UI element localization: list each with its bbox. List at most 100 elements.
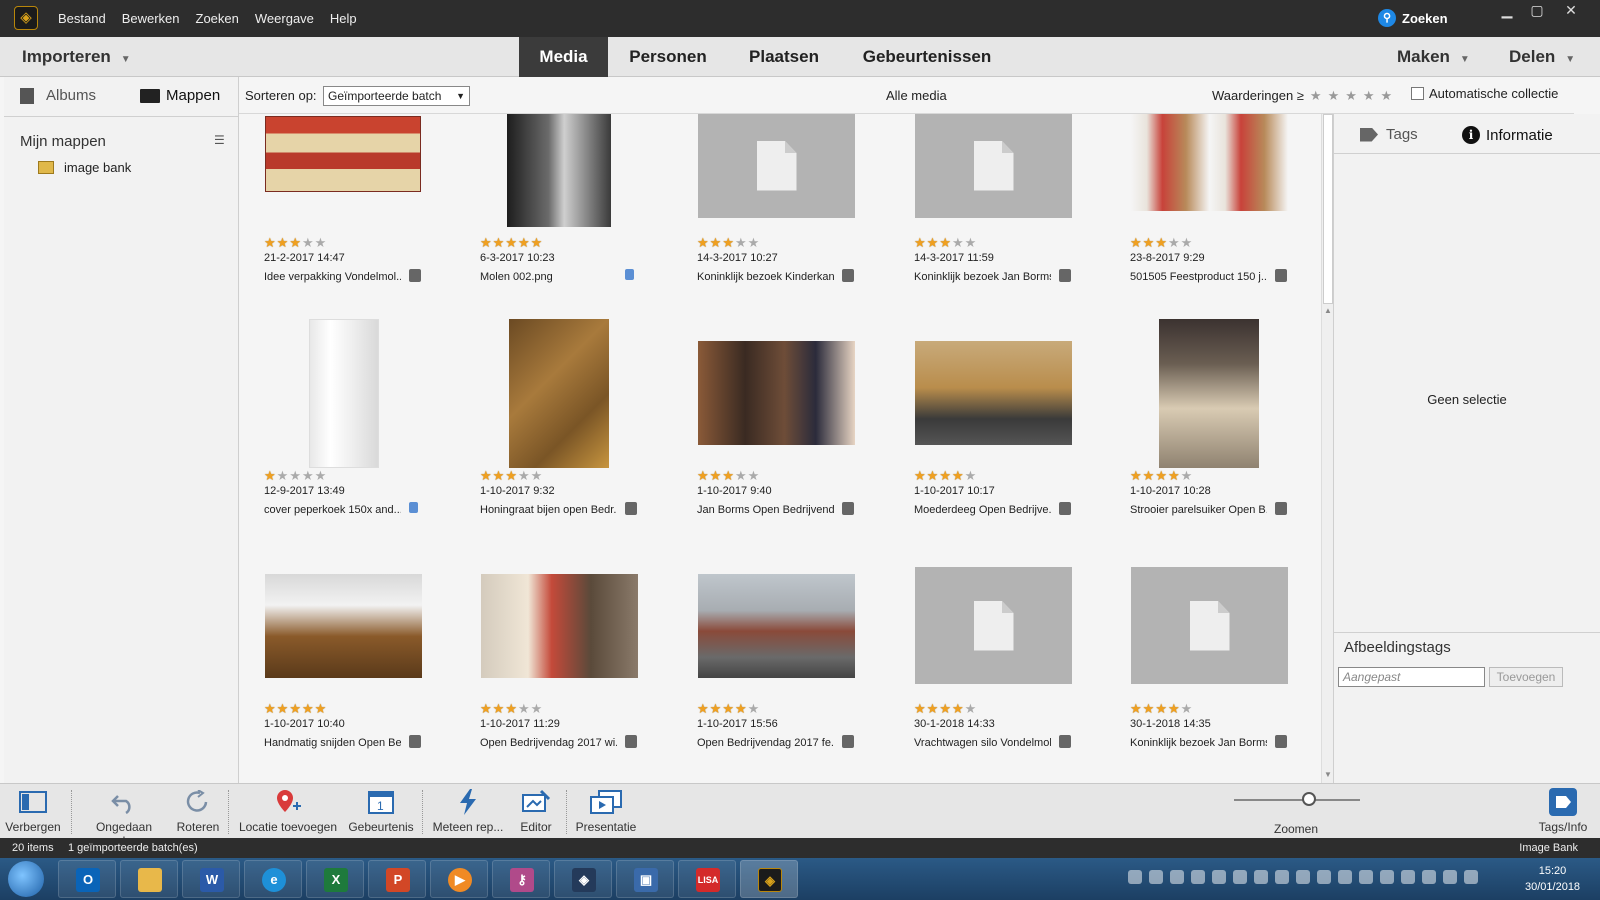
rating-stars[interactable]: ★★★★★ <box>914 235 977 251</box>
star-filled-icon[interactable]: ★ <box>1168 468 1181 483</box>
star-empty-icon[interactable]: ★ <box>531 701 544 716</box>
star-filled-icon[interactable]: ★ <box>722 468 735 483</box>
star-filled-icon[interactable]: ★ <box>531 235 544 250</box>
add-tag-button[interactable]: Toevoegen <box>1489 667 1563 687</box>
auto-collection-toggle[interactable]: Automatische collectie <box>1411 86 1558 101</box>
rating-stars[interactable]: ★★★★★ <box>914 701 977 717</box>
star-filled-icon[interactable]: ★ <box>505 235 518 250</box>
star-filled-icon[interactable]: ★ <box>1155 235 1168 250</box>
star-empty-icon[interactable]: ★ <box>1181 235 1194 250</box>
tab-information[interactable]: i Informatie <box>1462 126 1553 144</box>
event-button[interactable]: 1 Gebeurtenis <box>346 788 416 834</box>
search-button[interactable]: ⚲ Zoeken <box>1378 7 1448 29</box>
rating-stars[interactable]: ★★★★★ <box>264 235 327 251</box>
star-empty-icon[interactable]: ★ <box>531 468 544 483</box>
rating-stars[interactable]: ★★★★★ <box>1130 701 1193 717</box>
tray-icon[interactable] <box>1380 870 1394 884</box>
star-filled-icon[interactable]: ★ <box>710 701 723 716</box>
star-filled-icon[interactable]: ★ <box>264 468 277 483</box>
star-filled-icon[interactable]: ★ <box>505 468 518 483</box>
star-filled-icon[interactable]: ★ <box>735 701 748 716</box>
tray-icon[interactable] <box>1317 870 1331 884</box>
rating-stars[interactable]: ★★★★★ <box>914 468 977 484</box>
tab-events[interactable]: Gebeurtenissen <box>852 37 1002 77</box>
media-player-taskbar-button[interactable]: ▶ <box>430 860 488 898</box>
tray-icon[interactable] <box>1170 870 1184 884</box>
star-filled-icon[interactable]: ★ <box>952 701 965 716</box>
rating-stars[interactable]: ★★★★★ <box>1130 235 1193 251</box>
star-empty-icon[interactable]: ★ <box>302 468 315 483</box>
rating-stars[interactable]: ★★★★★ <box>697 468 760 484</box>
star-empty-icon[interactable]: ★ <box>748 468 761 483</box>
tags-info-button[interactable]: Tags/Info <box>1532 788 1594 834</box>
media-thumbnail[interactable] <box>265 116 421 192</box>
rating-stars[interactable]: ★★★★★ <box>697 701 760 717</box>
minimize-icon[interactable]: ▁ <box>1492 0 1522 20</box>
star-filled-icon[interactable]: ★ <box>939 235 952 250</box>
media-scrollbar[interactable]: ▲ ▼ <box>1321 114 1333 783</box>
star-filled-icon[interactable]: ★ <box>1143 468 1156 483</box>
add-location-button[interactable]: Locatie toevoegen <box>234 788 342 834</box>
app-taskbar-button[interactable]: ⚷ <box>492 860 550 898</box>
star-filled-icon[interactable]: ★ <box>289 235 302 250</box>
rating-stars-icon[interactable]: ★★★★★ <box>1310 88 1398 103</box>
share-button[interactable]: Delen ▼ <box>1509 37 1575 80</box>
sort-dropdown[interactable]: Geïmporteerde batch ▼ <box>323 86 470 106</box>
media-tile[interactable]: ★★★★★ 30-1-2018 14:33 Vrachtwagen silo V… <box>889 567 1089 783</box>
flag-icon[interactable] <box>1464 870 1478 884</box>
star-filled-icon[interactable]: ★ <box>1130 235 1143 250</box>
star-empty-icon[interactable]: ★ <box>965 468 978 483</box>
star-filled-icon[interactable]: ★ <box>939 468 952 483</box>
star-filled-icon[interactable]: ★ <box>264 701 277 716</box>
tab-tags[interactable]: Tags <box>1360 126 1418 143</box>
menu-item-help[interactable]: Help <box>322 0 365 37</box>
menu-item-search[interactable]: Zoeken <box>188 0 247 37</box>
tab-places[interactable]: Plaatsen <box>736 37 832 77</box>
star-filled-icon[interactable]: ★ <box>952 468 965 483</box>
tray-icon[interactable] <box>1128 870 1142 884</box>
powerpoint-taskbar-button[interactable]: P <box>368 860 426 898</box>
star-filled-icon[interactable]: ★ <box>1143 701 1156 716</box>
star-filled-icon[interactable]: ★ <box>697 468 710 483</box>
star-filled-icon[interactable]: ★ <box>1155 701 1168 716</box>
star-empty-icon[interactable]: ★ <box>1181 701 1194 716</box>
ratings-filter[interactable]: Waarderingen ≥ ★★★★★ <box>1212 88 1398 104</box>
star-empty-icon[interactable]: ★ <box>518 701 531 716</box>
star-empty-icon[interactable]: ★ <box>965 235 978 250</box>
tray-icon[interactable] <box>1212 870 1226 884</box>
lisa-taskbar-button[interactable]: LISA <box>678 860 736 898</box>
scroll-up-icon[interactable]: ▲ <box>1324 306 1332 315</box>
rating-stars[interactable]: ★★★★★ <box>480 468 543 484</box>
hide-panel-button[interactable]: Verbergen <box>4 788 62 834</box>
star-filled-icon[interactable]: ★ <box>710 235 723 250</box>
ie-taskbar-button[interactable]: e <box>244 860 302 898</box>
star-empty-icon[interactable]: ★ <box>748 701 761 716</box>
tray-icon[interactable] <box>1422 870 1436 884</box>
tab-albums[interactable]: Albums <box>20 87 96 104</box>
star-filled-icon[interactable]: ★ <box>927 468 940 483</box>
scroll-down-icon[interactable]: ▼ <box>1324 770 1332 779</box>
star-empty-icon[interactable]: ★ <box>289 468 302 483</box>
star-filled-icon[interactable]: ★ <box>480 235 493 250</box>
media-tile[interactable]: ★★★★★ 30-1-2018 14:35 Koninklijk bezoek … <box>1105 567 1305 783</box>
media-thumbnail[interactable] <box>309 319 379 468</box>
tray-icon[interactable] <box>1359 870 1373 884</box>
tag-input[interactable]: Aangepast <box>1338 667 1485 687</box>
media-tile[interactable]: ★★★★★ 21-2-2017 14:47 Idee verpakking Vo… <box>239 114 439 340</box>
star-filled-icon[interactable]: ★ <box>914 701 927 716</box>
star-filled-icon[interactable]: ★ <box>277 235 290 250</box>
star-filled-icon[interactable]: ★ <box>1130 701 1143 716</box>
explorer-taskbar-button[interactable] <box>120 860 178 898</box>
list-options-icon[interactable]: ☰ <box>214 133 225 147</box>
make-button[interactable]: Maken ▼ <box>1397 37 1470 80</box>
tray-icon[interactable] <box>1401 870 1415 884</box>
media-placeholder[interactable] <box>1131 567 1288 684</box>
star-filled-icon[interactable]: ★ <box>493 235 506 250</box>
zoom-slider[interactable] <box>1234 799 1360 801</box>
network-app-taskbar-button[interactable]: ▣ <box>616 860 674 898</box>
media-tile[interactable]: ★★★★★ 14-3-2017 10:27 Koninklijk bezoek … <box>672 114 872 340</box>
media-tile[interactable]: ★★★★★ 1-10-2017 9:40 Jan Borms Open Bedr… <box>672 340 872 573</box>
media-thumbnail[interactable] <box>1131 114 1288 211</box>
excel-taskbar-button[interactable]: X <box>306 860 364 898</box>
elements-organizer-taskbar-button[interactable]: ◈ <box>554 860 612 898</box>
